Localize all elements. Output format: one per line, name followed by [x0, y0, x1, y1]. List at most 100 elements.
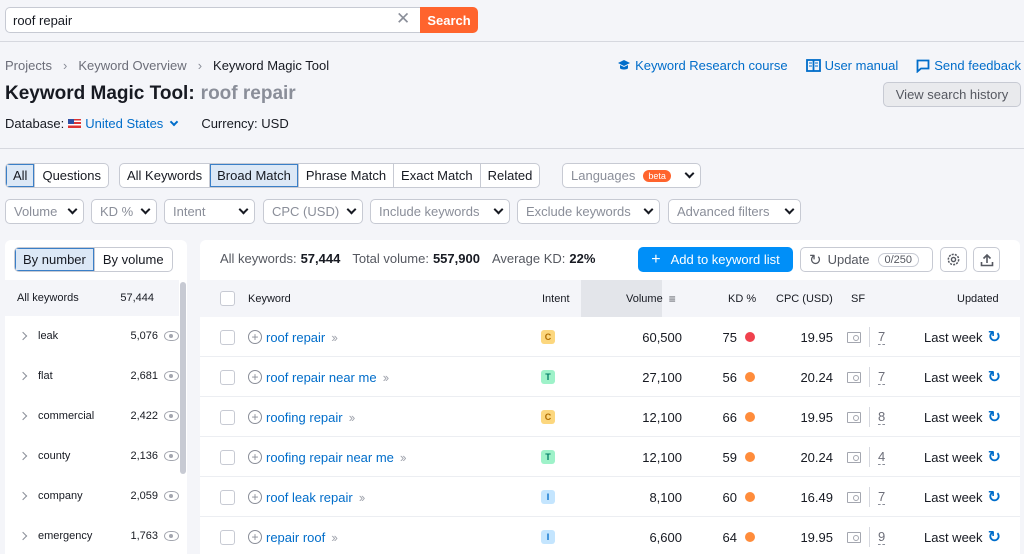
add-to-keyword-list-button[interactable]: + Add to keyword list [638, 247, 793, 272]
header-volume[interactable]: Volume ≡ [581, 280, 676, 317]
add-keyword-icon[interactable]: + [248, 450, 262, 464]
add-keyword-icon[interactable]: + [248, 490, 262, 504]
database-selector[interactable]: United States [68, 116, 179, 131]
intent-filter[interactable]: Intent [164, 199, 255, 224]
kd-filter[interactable]: KD % [91, 199, 157, 224]
sf-count[interactable]: 7 [878, 329, 886, 345]
cpc-filter[interactable]: CPC (USD) [263, 199, 363, 224]
add-keyword-icon[interactable]: + [248, 530, 262, 544]
group-item[interactable]: commercial 2,422 [5, 396, 179, 436]
chevron-right-icon[interactable] [18, 411, 28, 421]
row-checkbox[interactable] [220, 329, 235, 345]
sf-count[interactable]: 8 [878, 409, 886, 425]
add-keyword-icon[interactable]: + [248, 330, 262, 344]
keyword-link[interactable]: roof repair [266, 330, 325, 345]
eye-icon[interactable] [164, 371, 179, 381]
send-feedback-link[interactable]: Send feedback [916, 58, 1021, 73]
clear-search-icon[interactable]: ✕ [396, 9, 410, 29]
sf-count[interactable]: 9 [878, 529, 886, 545]
tab-all[interactable]: All [6, 164, 36, 187]
header-updated[interactable]: Updated [957, 280, 999, 317]
header-cpc[interactable]: CPC (USD) [776, 280, 833, 317]
refresh-icon[interactable]: ↻ [988, 327, 1001, 347]
header-keyword[interactable]: Keyword [248, 280, 291, 317]
eye-icon[interactable] [164, 531, 179, 541]
groups-scrollbar[interactable] [180, 282, 186, 474]
refresh-icon[interactable]: ↻ [988, 447, 1001, 467]
chevron-right-icon[interactable] [18, 531, 28, 541]
tab-all-keywords[interactable]: All Keywords [120, 164, 211, 187]
breadcrumb-projects[interactable]: Projects [5, 58, 52, 73]
exclude-keywords-filter[interactable]: Exclude keywords [517, 199, 660, 224]
keyword-link[interactable]: roofing repair near me [266, 450, 394, 465]
refresh-icon[interactable]: ↻ [988, 527, 1001, 547]
select-all-checkbox[interactable] [220, 280, 235, 317]
header-kd[interactable]: KD % [728, 280, 756, 317]
add-keyword-icon[interactable]: + [248, 370, 262, 384]
sf-count[interactable]: 7 [878, 489, 886, 505]
double-chevron-icon[interactable]: ›› [349, 410, 356, 425]
refresh-icon[interactable]: ↻ [988, 487, 1001, 507]
row-checkbox[interactable] [220, 489, 235, 505]
eye-icon[interactable] [164, 411, 179, 421]
by-volume-toggle[interactable]: By volume [95, 248, 172, 271]
chevron-right-icon[interactable] [18, 451, 28, 461]
chevron-right-icon[interactable] [18, 331, 28, 341]
row-checkbox[interactable] [220, 449, 235, 465]
header-intent[interactable]: Intent [542, 280, 570, 317]
search-input[interactable]: roof repair [5, 7, 420, 33]
keyword-link[interactable]: roof repair near me [266, 370, 377, 385]
add-keyword-icon[interactable]: + [248, 410, 262, 424]
languages-dropdown[interactable]: Languages beta [562, 163, 701, 188]
refresh-icon[interactable]: ↻ [988, 367, 1001, 387]
view-search-history-button[interactable]: View search history [883, 82, 1021, 107]
eye-icon[interactable] [164, 491, 179, 501]
checkbox[interactable] [220, 291, 235, 306]
export-button[interactable] [973, 247, 1000, 272]
serp-features-icon[interactable] [847, 451, 861, 463]
tab-broad-match[interactable]: Broad Match [210, 164, 299, 187]
volume-filter[interactable]: Volume [5, 199, 84, 224]
breadcrumb-keyword-overview[interactable]: Keyword Overview [78, 58, 186, 73]
eye-icon[interactable] [164, 451, 179, 461]
tab-related[interactable]: Related [481, 164, 540, 187]
keyword-research-course-link[interactable]: Keyword Research course [617, 58, 788, 73]
search-button[interactable]: Search [420, 7, 478, 33]
double-chevron-icon[interactable]: ›› [331, 330, 338, 345]
keyword-link[interactable]: repair roof [266, 530, 325, 545]
user-manual-link[interactable]: User manual [805, 58, 898, 73]
row-checkbox[interactable] [220, 409, 235, 425]
sf-count[interactable]: 7 [878, 369, 886, 385]
row-checkbox[interactable] [220, 369, 235, 385]
keyword-link[interactable]: roofing repair [266, 410, 343, 425]
double-chevron-icon[interactable]: ›› [400, 450, 407, 465]
by-number-toggle[interactable]: By number [15, 248, 95, 271]
serp-features-icon[interactable] [847, 531, 861, 543]
group-item[interactable]: company 2,059 [5, 476, 179, 516]
keyword-link[interactable]: roof leak repair [266, 490, 353, 505]
double-chevron-icon[interactable]: ›› [331, 530, 338, 545]
serp-features-icon[interactable] [847, 331, 861, 343]
header-sf[interactable]: SF [851, 280, 865, 317]
tab-questions[interactable]: Questions [35, 164, 108, 187]
refresh-icon[interactable]: ↻ [988, 407, 1001, 427]
serp-features-icon[interactable] [847, 491, 861, 503]
chevron-right-icon[interactable] [18, 491, 28, 501]
double-chevron-icon[interactable]: ›› [359, 490, 366, 505]
tab-exact-match[interactable]: Exact Match [394, 164, 481, 187]
row-checkbox[interactable] [220, 529, 235, 545]
group-item[interactable]: county 2,136 [5, 436, 179, 476]
double-chevron-icon[interactable]: ›› [383, 370, 390, 385]
advanced-filters[interactable]: Advanced filters [668, 199, 801, 224]
serp-features-icon[interactable] [847, 371, 861, 383]
group-item[interactable]: emergency 1,763 [5, 516, 179, 554]
tab-phrase-match[interactable]: Phrase Match [299, 164, 395, 187]
settings-button[interactable] [940, 247, 967, 272]
group-item[interactable]: flat 2,681 [5, 356, 179, 396]
serp-features-icon[interactable] [847, 411, 861, 423]
group-item[interactable]: leak 5,076 [5, 316, 179, 356]
chevron-right-icon[interactable] [18, 371, 28, 381]
update-button[interactable]: ↻ Update 0/250 [800, 247, 933, 272]
include-keywords-filter[interactable]: Include keywords [370, 199, 510, 224]
eye-icon[interactable] [164, 331, 179, 341]
